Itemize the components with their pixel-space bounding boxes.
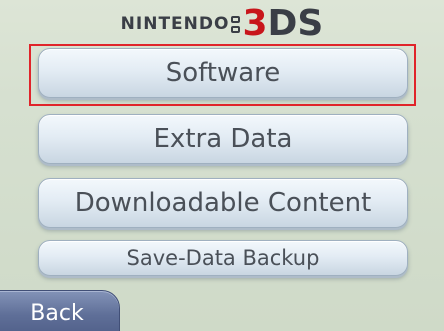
back-button[interactable]: Back — [0, 290, 120, 331]
logo-3-text: 3 — [242, 3, 268, 44]
downloadable-content-button-label: Downloadable Content — [74, 188, 372, 218]
logo-ds-text: DS — [267, 3, 324, 44]
save-data-backup-button[interactable]: Save-Data Backup — [38, 240, 408, 276]
selection-highlight — [29, 44, 416, 106]
save-data-backup-button-label: Save-Data Backup — [126, 246, 320, 270]
logo-nintendo-text: NINTENDO — [120, 14, 230, 34]
downloadable-content-button[interactable]: Downloadable Content — [38, 178, 408, 228]
back-button-label: Back — [30, 301, 84, 326]
nintendo-3ds-logo: NINTENDO 3 DS — [0, 4, 444, 44]
logo-dots-icon — [231, 15, 241, 33]
extra-data-button-label: Extra Data — [153, 124, 293, 154]
extra-data-button[interactable]: Extra Data — [38, 114, 408, 164]
